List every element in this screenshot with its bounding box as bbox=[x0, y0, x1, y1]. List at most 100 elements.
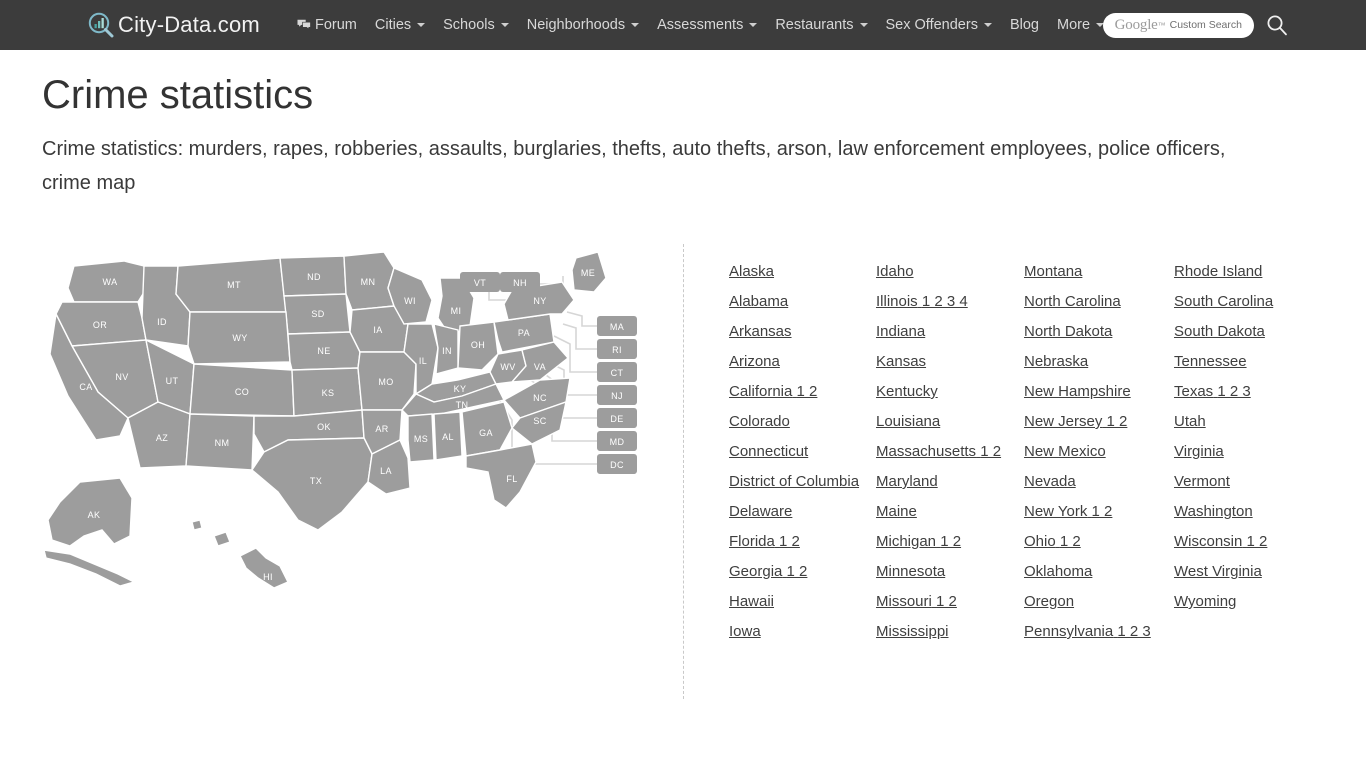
state-link-hawaii[interactable]: Hawaii bbox=[729, 592, 876, 612]
state-subpages[interactable]: 1 2 3 4 bbox=[922, 293, 968, 310]
state-link-vermont[interactable]: Vermont bbox=[1174, 472, 1334, 492]
callout-VT[interactable]: VT bbox=[460, 272, 500, 292]
state-link-maryland[interactable]: Maryland bbox=[876, 472, 1024, 492]
state-subpages[interactable]: 1 2 bbox=[980, 443, 1001, 460]
state-link-idaho[interactable]: Idaho bbox=[876, 262, 1024, 282]
state-link-oregon[interactable]: Oregon bbox=[1024, 592, 1174, 612]
state-link-kentucky[interactable]: Kentucky bbox=[876, 382, 1024, 402]
state-link-minnesota[interactable]: Minnesota bbox=[876, 562, 1024, 582]
nav-item-cities[interactable]: Cities bbox=[366, 0, 434, 50]
nav-item-forum[interactable]: Forum bbox=[288, 0, 366, 50]
state-link-new-york[interactable]: New York 1 2 bbox=[1024, 502, 1174, 522]
site-logo-link[interactable]: City-Data.com bbox=[88, 12, 260, 38]
state-subpages[interactable]: 1 2 bbox=[787, 563, 808, 580]
state-subpages[interactable]: 1 2 bbox=[936, 593, 957, 610]
state-link-connecticut[interactable]: Connecticut bbox=[729, 442, 876, 462]
state-link-louisiana[interactable]: Louisiana bbox=[876, 412, 1024, 432]
state-name: Connecticut bbox=[729, 443, 809, 460]
nav-item-blog[interactable]: Blog bbox=[1001, 0, 1048, 50]
state-subpages[interactable]: 1 2 bbox=[1092, 503, 1113, 520]
callout-DE[interactable]: DE bbox=[597, 408, 637, 428]
search-submit-button[interactable] bbox=[1266, 14, 1288, 36]
state-subpages[interactable]: 1 2 3 bbox=[1217, 383, 1250, 400]
state-link-massachusetts[interactable]: Massachusetts 1 2 bbox=[876, 442, 1024, 462]
state-subpages[interactable]: 1 2 bbox=[779, 533, 800, 550]
state-link-wisconsin[interactable]: Wisconsin 1 2 bbox=[1174, 532, 1334, 552]
us-crime-map[interactable]: WA OR ID MT ND SD MN WY NE IA NV CA UT C… bbox=[42, 244, 662, 614]
state-GA bbox=[461, 401, 513, 457]
nav-item-assessments[interactable]: Assessments bbox=[648, 0, 766, 50]
callout-MA[interactable]: MA bbox=[597, 316, 637, 336]
state-link-new-hampshire[interactable]: New Hampshire bbox=[1024, 382, 1174, 402]
state-link-utah[interactable]: Utah bbox=[1174, 412, 1334, 432]
state-link-alaska[interactable]: Alaska bbox=[729, 262, 876, 282]
state-link-maine[interactable]: Maine bbox=[876, 502, 1024, 522]
state-link-north-dakota[interactable]: North Dakota bbox=[1024, 322, 1174, 342]
state-link-wyoming[interactable]: Wyoming bbox=[1174, 592, 1334, 612]
state-link-georgia[interactable]: Georgia 1 2 bbox=[729, 562, 876, 582]
nav-label-assessments: Assessments bbox=[657, 17, 744, 33]
state-link-california[interactable]: California 1 2 bbox=[729, 382, 876, 402]
state-name: Kentucky bbox=[876, 383, 938, 400]
state-link-indiana[interactable]: Indiana bbox=[876, 322, 1024, 342]
state-link-nebraska[interactable]: Nebraska bbox=[1024, 352, 1174, 372]
state-link-new-mexico[interactable]: New Mexico bbox=[1024, 442, 1174, 462]
state-subpages[interactable]: 1 2 bbox=[797, 383, 818, 400]
callout-MD[interactable]: MD bbox=[597, 431, 637, 451]
callout-RI[interactable]: RI bbox=[597, 339, 637, 359]
state-link-washington[interactable]: Washington bbox=[1174, 502, 1334, 522]
trademark-symbol: ™ bbox=[1157, 20, 1166, 30]
google-custom-search-input[interactable]: Google ™ Custom Search bbox=[1102, 12, 1254, 38]
state-HI bbox=[239, 547, 289, 589]
state-link-michigan[interactable]: Michigan 1 2 bbox=[876, 532, 1024, 552]
state-MT bbox=[175, 257, 287, 313]
nav-item-sex-offenders[interactable]: Sex Offenders bbox=[877, 0, 1001, 50]
state-link-mississippi[interactable]: Mississippi bbox=[876, 622, 1024, 642]
state-name: Arkansas bbox=[729, 323, 792, 340]
state-link-kansas[interactable]: Kansas bbox=[876, 352, 1024, 372]
state-link-arizona[interactable]: Arizona bbox=[729, 352, 876, 372]
state-link-virginia[interactable]: Virginia bbox=[1174, 442, 1334, 462]
state-link-tennessee[interactable]: Tennessee bbox=[1174, 352, 1334, 372]
state-name: New Hampshire bbox=[1024, 383, 1131, 400]
nav-item-neighborhoods[interactable]: Neighborhoods bbox=[518, 0, 648, 50]
state-subpages[interactable]: 1 2 bbox=[1107, 413, 1128, 430]
callout-DC[interactable]: DC bbox=[597, 454, 637, 474]
nav-label-blog: Blog bbox=[1009, 17, 1039, 33]
state-MO bbox=[357, 351, 417, 411]
state-link-oklahoma[interactable]: Oklahoma bbox=[1024, 562, 1174, 582]
state-link-north-carolina[interactable]: North Carolina bbox=[1024, 292, 1174, 312]
state-link-missouri[interactable]: Missouri 1 2 bbox=[876, 592, 1024, 612]
state-link-ohio[interactable]: Ohio 1 2 bbox=[1024, 532, 1174, 552]
state-link-arkansas[interactable]: Arkansas bbox=[729, 322, 876, 342]
state-link-south-dakota[interactable]: South Dakota bbox=[1174, 322, 1334, 342]
callout-CT[interactable]: CT bbox=[597, 362, 637, 382]
nav-item-restaurants[interactable]: Restaurants bbox=[766, 0, 876, 50]
state-link-pennsylvania[interactable]: Pennsylvania 1 2 3 bbox=[1024, 622, 1174, 642]
state-link-alabama[interactable]: Alabama bbox=[729, 292, 876, 312]
state-link-delaware[interactable]: Delaware bbox=[729, 502, 876, 522]
state-ND bbox=[279, 255, 347, 297]
state-link-texas[interactable]: Texas 1 2 3 bbox=[1174, 382, 1334, 402]
nav-label-cities: Cities bbox=[374, 17, 412, 33]
state-name: Michigan bbox=[876, 533, 937, 550]
state-link-iowa[interactable]: Iowa bbox=[729, 622, 876, 642]
state-link-montana[interactable]: Montana bbox=[1024, 262, 1174, 282]
state-link-district-of-columbia[interactable]: District of Columbia bbox=[729, 472, 876, 492]
state-link-south-carolina[interactable]: South Carolina bbox=[1174, 292, 1334, 312]
callout-NJ[interactable]: NJ bbox=[597, 385, 637, 405]
state-link-florida[interactable]: Florida 1 2 bbox=[729, 532, 876, 552]
state-link-colorado[interactable]: Colorado bbox=[729, 412, 876, 432]
state-subpages[interactable]: 1 2 bbox=[1060, 533, 1081, 550]
state-subpages[interactable]: 1 2 bbox=[1247, 533, 1268, 550]
callout-NH[interactable]: NH bbox=[500, 272, 540, 292]
state-subpages[interactable]: 1 2 3 bbox=[1117, 623, 1150, 640]
page-body: Crime statistics Crime statistics: murde… bbox=[0, 50, 1366, 714]
state-link-new-jersey[interactable]: New Jersey 1 2 bbox=[1024, 412, 1174, 432]
state-link-west-virginia[interactable]: West Virginia bbox=[1174, 562, 1334, 582]
state-subpages[interactable]: 1 2 bbox=[940, 533, 961, 550]
state-link-nevada[interactable]: Nevada bbox=[1024, 472, 1174, 492]
state-link-illinois[interactable]: Illinois 1 2 3 4 bbox=[876, 292, 1024, 312]
nav-item-schools[interactable]: Schools bbox=[434, 0, 518, 50]
state-link-rhode-island[interactable]: Rhode Island bbox=[1174, 262, 1334, 282]
